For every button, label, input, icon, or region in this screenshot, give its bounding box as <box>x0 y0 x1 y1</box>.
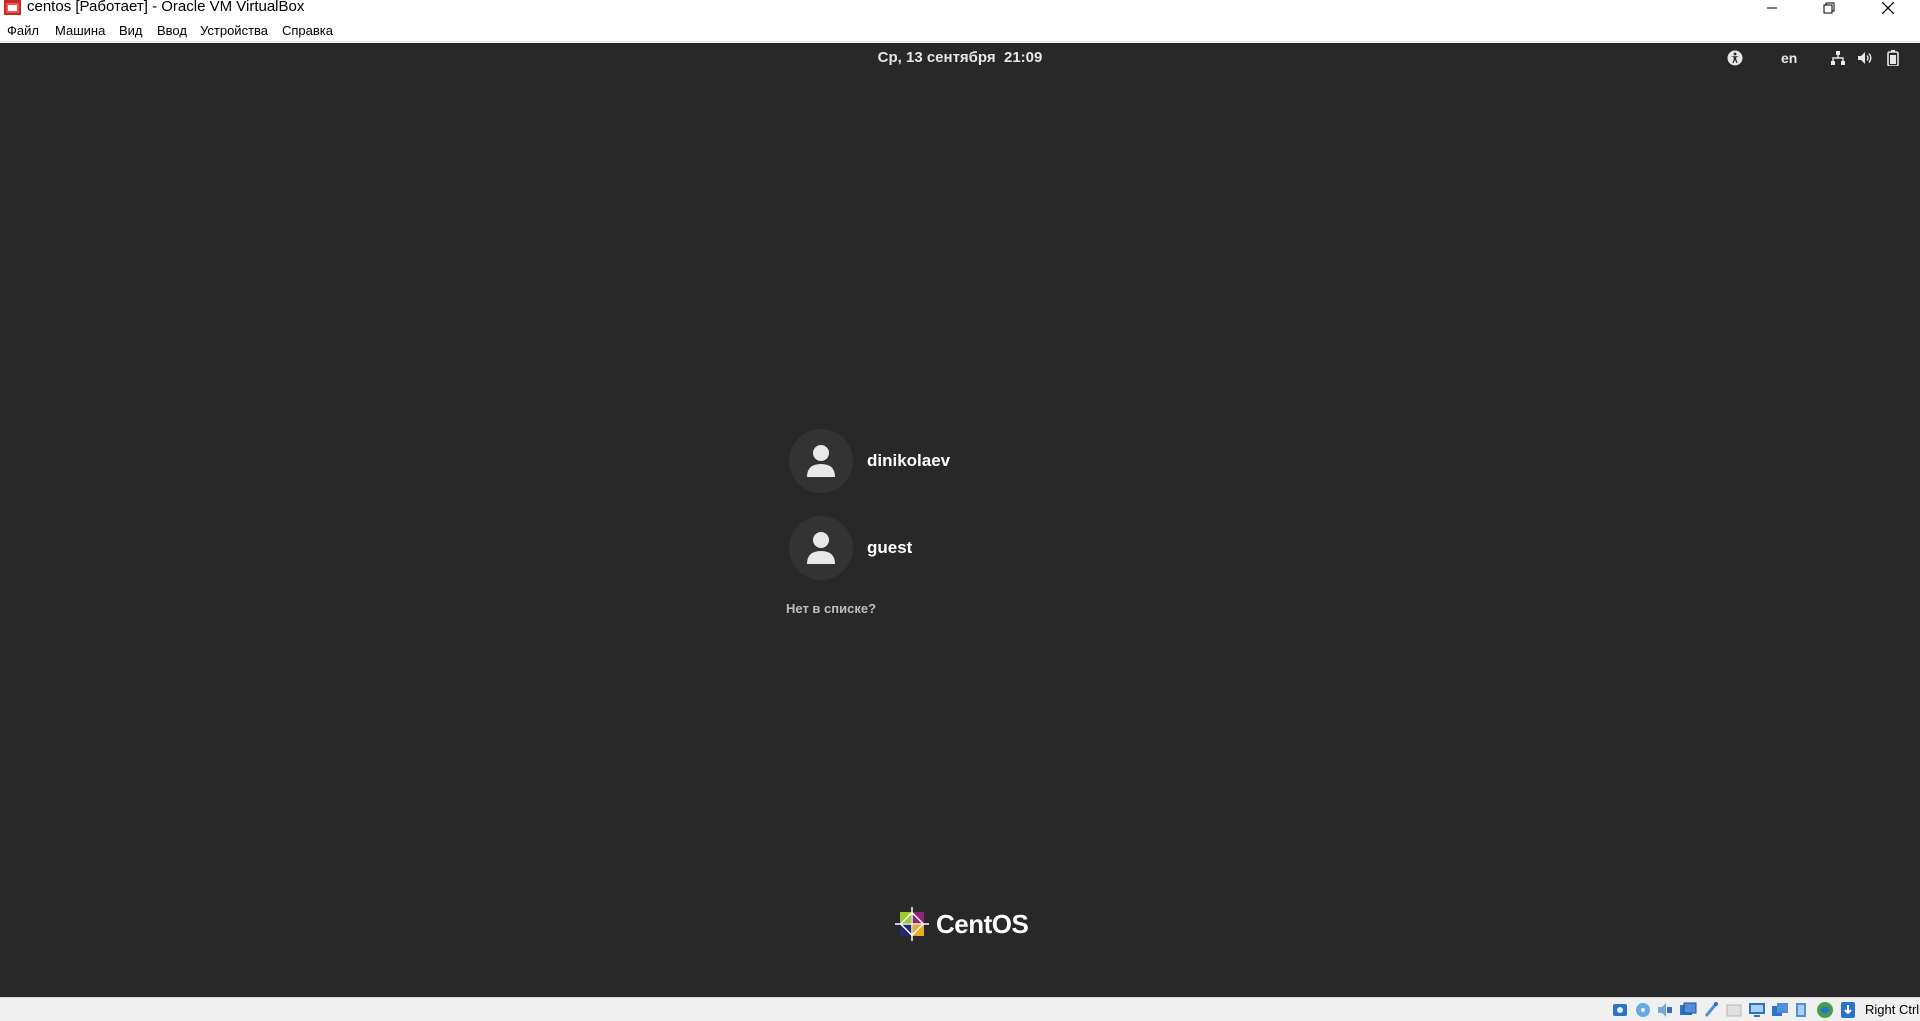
shared-folders-icon[interactable] <box>1725 1001 1743 1019</box>
centos-logo-icon <box>895 907 929 941</box>
centos-logo: CentOS <box>894 906 1029 942</box>
user-icon <box>807 445 835 477</box>
display-icon[interactable] <box>1748 1001 1766 1019</box>
network-indicator[interactable] <box>1830 50 1846 66</box>
close-icon <box>1882 2 1894 14</box>
restore-button[interactable] <box>1801 0 1857 16</box>
menu-input[interactable]: Ввод <box>157 23 187 39</box>
user-item-guest[interactable]: guest <box>789 516 912 580</box>
battery-indicator[interactable] <box>1887 50 1899 66</box>
close-button[interactable] <box>1860 0 1916 16</box>
vm-display[interactable]: Ср, 13 сентября 21:09 en dinikolaev gues… <box>0 43 1920 997</box>
recording-icon[interactable] <box>1771 1001 1789 1019</box>
accessibility-icon <box>1727 50 1743 66</box>
menu-machine[interactable]: Машина <box>55 23 105 39</box>
minimize-icon <box>1767 7 1777 9</box>
user-name: dinikolaev <box>867 451 951 470</box>
restore-icon <box>1823 2 1835 14</box>
window-title: centos [Работает] - Oracle VM VirtualBox <box>27 0 305 15</box>
virtualbox-app-icon <box>4 0 21 15</box>
window-titlebar: centos [Работает] - Oracle VM VirtualBox <box>0 0 1920 16</box>
menu-file[interactable]: Файл <box>7 23 39 39</box>
centos-logo-text: CentOS <box>936 908 1029 939</box>
audio-icon[interactable] <box>1656 1001 1674 1019</box>
clock-text: Ср, 13 сентября 21:09 <box>877 49 1043 66</box>
minimize-button[interactable] <box>1744 0 1800 16</box>
clock[interactable]: Ср, 13 сентября 21:09 <box>0 49 1920 66</box>
volume-indicator[interactable] <box>1857 50 1873 66</box>
network-adapter-icon[interactable] <box>1679 1001 1697 1019</box>
battery-icon <box>1887 50 1899 66</box>
menu-devices[interactable]: Устройства <box>200 23 268 39</box>
host-key-label[interactable]: Right Ctrl <box>1865 1002 1919 1017</box>
accessibility-menu[interactable] <box>1727 50 1743 66</box>
avatar <box>789 516 853 580</box>
volume-icon <box>1858 52 1872 64</box>
hard-disk-icon[interactable] <box>1611 1001 1629 1019</box>
user-item-dinikolaev[interactable]: dinikolaev <box>789 429 950 493</box>
guest-additions-icon[interactable] <box>1816 1001 1834 1019</box>
not-listed-link[interactable]: Нет в списке? <box>786 601 876 616</box>
gnome-top-bar: Ср, 13 сентября 21:09 en <box>0 43 1920 73</box>
user-name: guest <box>867 538 913 557</box>
network-icon <box>1831 51 1845 65</box>
optical-drive-icon[interactable] <box>1634 1001 1652 1019</box>
cpu-icon[interactable] <box>1793 1001 1811 1019</box>
user-icon <box>807 532 835 564</box>
usb-icon[interactable] <box>1702 1001 1720 1019</box>
language-indicator[interactable]: en <box>1781 50 1797 66</box>
menu-view[interactable]: Вид <box>119 23 143 39</box>
mouse-integration-icon[interactable] <box>1839 1001 1857 1019</box>
avatar <box>789 429 853 493</box>
menubar: Файл Машина Вид Ввод Устройства Справка <box>0 20 1920 42</box>
vm-statusbar: Right Ctrl <box>0 997 1920 1021</box>
menu-help[interactable]: Справка <box>282 23 333 39</box>
